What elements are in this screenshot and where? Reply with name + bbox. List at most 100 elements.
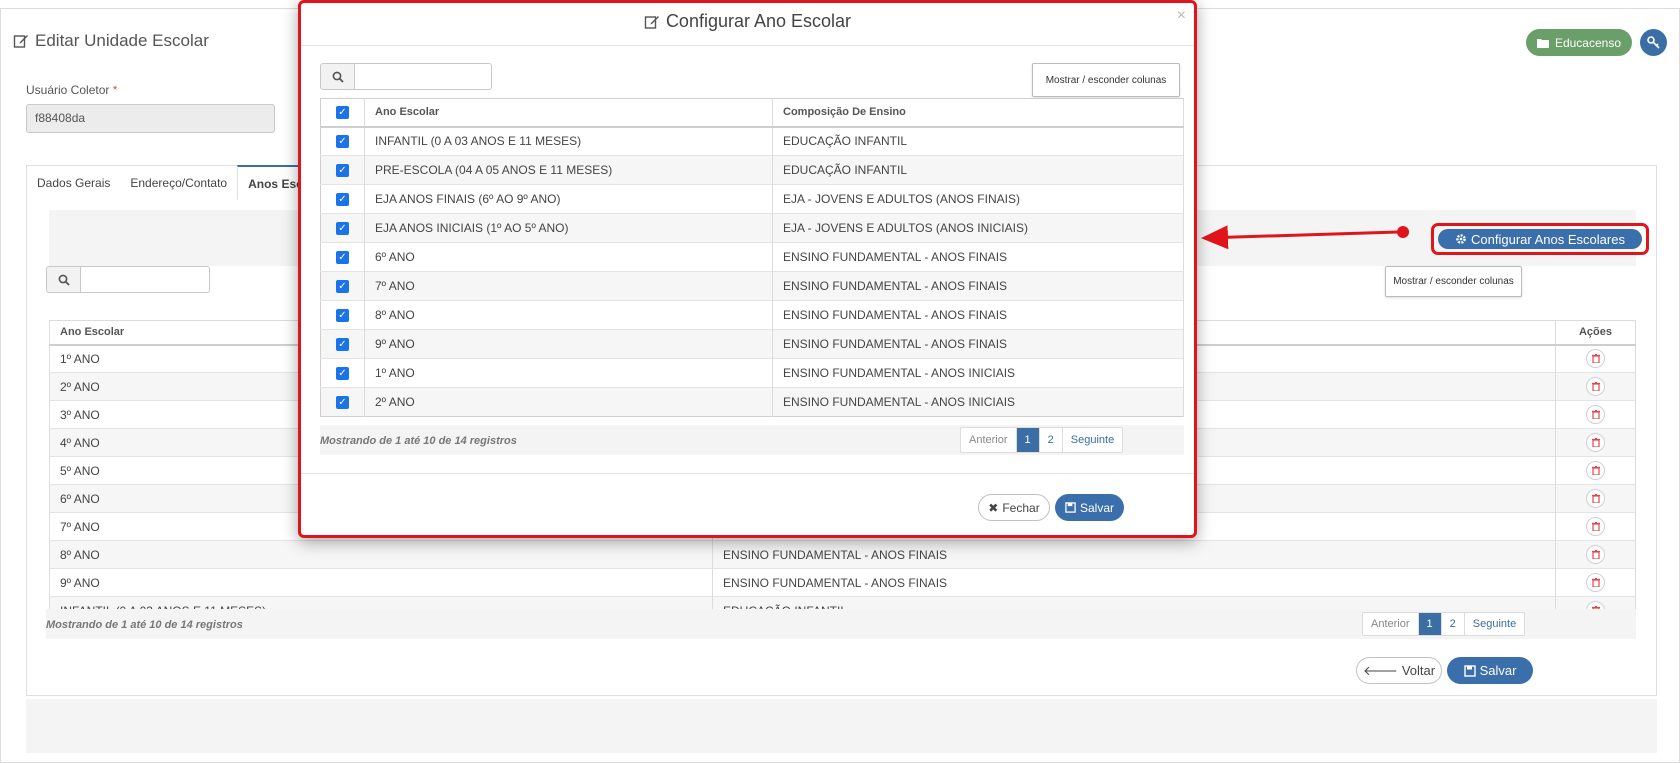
top-right-actions: Educacenso [1525, 29, 1667, 56]
tab-bar: Dados Gerais Endereço/Contato Anos Esc [27, 165, 314, 200]
trash-icon[interactable] [1586, 461, 1605, 480]
pagination-page-2[interactable]: 2 [1442, 613, 1465, 635]
main-columns-toggle-button[interactable]: Mostrar / esconder colunas [1385, 266, 1522, 297]
row-checkbox[interactable]: ✓ [336, 309, 349, 323]
pagination-prev[interactable]: Anterior [1363, 613, 1419, 635]
pagination-page-1[interactable]: 1 [1418, 613, 1442, 635]
close-icon[interactable]: × [1177, 7, 1186, 25]
cell-ano-escolar: 6º ANO [364, 242, 773, 272]
cell-composicao: ENSINO FUNDAMENTAL - ANOS FINAIS [772, 300, 1184, 330]
modal-table-row[interactable]: ✓ EJA ANOS FINAIS (6º AO 9º ANO) EJA - JOV… [320, 184, 1184, 214]
modal-header: Configurar Ano Escolar × [301, 3, 1194, 46]
cell-composicao: EDUCAÇÃO INFANTIL [772, 155, 1184, 185]
main-search-input[interactable] [80, 266, 210, 293]
modal-salvar-button[interactable]: Salvar [1055, 494, 1124, 521]
modal-pagination-prev[interactable]: Anterior [961, 428, 1017, 452]
modal-table-row[interactable]: ✓ 9º ANO ENSINO FUNDAMENTAL - ANOS FINAIS [320, 329, 1184, 359]
row-checkbox[interactable]: ✓ [336, 251, 349, 265]
modal-table-row[interactable]: ✓ 2º ANO ENSINO FUNDAMENTAL - ANOS INICIAI… [320, 387, 1184, 417]
voltar-button[interactable]: 🡐 Voltar [1356, 657, 1442, 684]
row-checkbox[interactable]: ✓ [336, 164, 349, 178]
cell-ano-escolar: EJA ANOS FINAIS (6º AO 9º ANO) [364, 184, 773, 214]
config-button-highlight: Configurar Anos Escolares [1431, 223, 1649, 255]
search-icon [332, 71, 344, 83]
usuario-coletor-label: Usuário Coletor * [26, 83, 117, 97]
modal-table-row[interactable]: ✓ 6º ANO ENSINO FUNDAMENTAL - ANOS FINAIS [320, 242, 1184, 272]
educacenso-button[interactable]: Educacenso [1525, 29, 1632, 56]
callout-dot [1397, 226, 1409, 238]
row-checkbox-cell: ✓ [320, 213, 365, 243]
cell-ano-escolar: 2º ANO [364, 387, 773, 417]
row-checkbox[interactable]: ✓ [336, 396, 349, 410]
modal-title-text: Configurar Ano Escolar [665, 11, 852, 31]
trash-icon[interactable] [1586, 433, 1605, 452]
trash-icon[interactable] [1586, 517, 1605, 536]
trash-icon[interactable] [1586, 349, 1605, 369]
modal-table-row[interactable]: ✓ PRE-ESCOLA (04 A 05 ANOS E 11 MESES) EDU… [320, 155, 1184, 185]
trash-icon[interactable] [1586, 545, 1605, 564]
modal-table-row[interactable]: ✓ 7º ANO ENSINO FUNDAMENTAL - ANOS FINAIS [320, 271, 1184, 301]
modal-salvar-label: Salvar [1079, 500, 1114, 515]
save-icon [1463, 664, 1476, 677]
cell-ano-escolar: PRE-ESCOLA (04 A 05 ANOS E 11 MESES) [364, 155, 773, 185]
trash-icon[interactable] [1586, 377, 1605, 396]
modal-table-row[interactable]: ✓ 1º ANO ENSINO FUNDAMENTAL - ANOS INICIAI… [320, 358, 1184, 388]
cell-ano-escolar: 8º ANO [364, 300, 773, 330]
modal-col-ano-escolar[interactable]: Ano Escolar [364, 98, 773, 128]
cell-ano-escolar: 9º ANO [364, 329, 773, 359]
modal-pagination-page-2[interactable]: 2 [1040, 428, 1063, 452]
configurar-anos-escolares-button[interactable]: Configurar Anos Escolares [1438, 229, 1642, 249]
select-all-cell: ✓ [320, 98, 365, 128]
modal-pagination-next[interactable]: Seguinte [1063, 428, 1122, 452]
row-checkbox[interactable]: ✓ [336, 193, 349, 207]
modal-search-button[interactable] [320, 63, 354, 90]
salvar-button[interactable]: Salvar [1447, 657, 1533, 684]
educacenso-label: Educacenso [1554, 35, 1621, 50]
key-button[interactable] [1640, 29, 1667, 56]
table-row: 8º ANO ENSINO FUNDAMENTAL - ANOS FINAIS [49, 540, 1636, 569]
modal-pagination-page-1[interactable]: 1 [1016, 428, 1040, 452]
cell-ano-escolar: 7º ANO [364, 271, 773, 301]
search-icon [58, 274, 70, 286]
cell-acoes [1555, 512, 1636, 541]
row-checkbox[interactable]: ✓ [336, 222, 349, 236]
modal-col-composicao[interactable]: Composição De Ensino [772, 98, 1184, 128]
edit-icon [644, 15, 659, 29]
select-all-checkbox[interactable]: ✓ [336, 105, 349, 119]
row-checkbox[interactable]: ✓ [336, 280, 349, 294]
pagination-next[interactable]: Seguinte [1465, 613, 1524, 635]
cell-composicao: EJA - JOVENS E ADULTOS (ANOS INICIAIS) [772, 213, 1184, 243]
row-checkbox[interactable]: ✓ [336, 338, 349, 352]
row-checkbox-cell: ✓ [320, 184, 365, 214]
edit-icon [13, 35, 28, 48]
col-acoes: Ações [1555, 320, 1636, 346]
cell-acoes [1555, 540, 1636, 569]
modal-table-row[interactable]: ✓ INFANTIL (0 A 03 ANOS E 11 MESES) EDUCAÇ… [320, 126, 1184, 156]
modal-anos-table: ✓ Ano Escolar Composição De Ensino ✓ INFA… [320, 98, 1184, 417]
fechar-label: Fechar [1002, 500, 1040, 515]
fechar-button[interactable]: ✖ Fechar [978, 494, 1050, 521]
tab-dados-gerais[interactable]: Dados Gerais [27, 166, 120, 200]
modal-columns-toggle-button[interactable]: Mostrar / esconder colunas [1032, 63, 1180, 97]
tab-endereco-contato[interactable]: Endereço/Contato [120, 166, 237, 200]
row-checkbox[interactable]: ✓ [336, 367, 349, 381]
trash-icon[interactable] [1586, 405, 1605, 424]
modal-table-info: Mostrando de 1 até 10 de 14 registros [320, 435, 517, 447]
main-search-button[interactable] [46, 266, 80, 293]
folder-icon [1536, 38, 1549, 48]
page-title: Editar Unidade Escolar [13, 31, 209, 51]
cell-acoes [1555, 428, 1636, 457]
row-checkbox-cell: ✓ [320, 387, 365, 417]
trash-icon[interactable] [1586, 489, 1605, 508]
cell-acoes [1555, 372, 1636, 401]
modal-footer-divider [301, 473, 1194, 474]
trash-icon[interactable] [1586, 573, 1605, 592]
modal-table-row[interactable]: ✓ 8º ANO ENSINO FUNDAMENTAL - ANOS FINAIS [320, 300, 1184, 330]
modal-table-row[interactable]: ✓ EJA ANOS INICIAIS (1º AO 5º ANO) EJA - J… [320, 213, 1184, 243]
cell-ano-escolar: 1º ANO [364, 358, 773, 388]
row-checkbox[interactable]: ✓ [336, 135, 349, 149]
modal-search-input[interactable] [354, 63, 492, 90]
arrow-left-icon: 🡐 [1362, 662, 1398, 678]
usuario-coletor-field[interactable]: f88408da [26, 104, 275, 133]
row-checkbox-cell: ✓ [320, 271, 365, 301]
